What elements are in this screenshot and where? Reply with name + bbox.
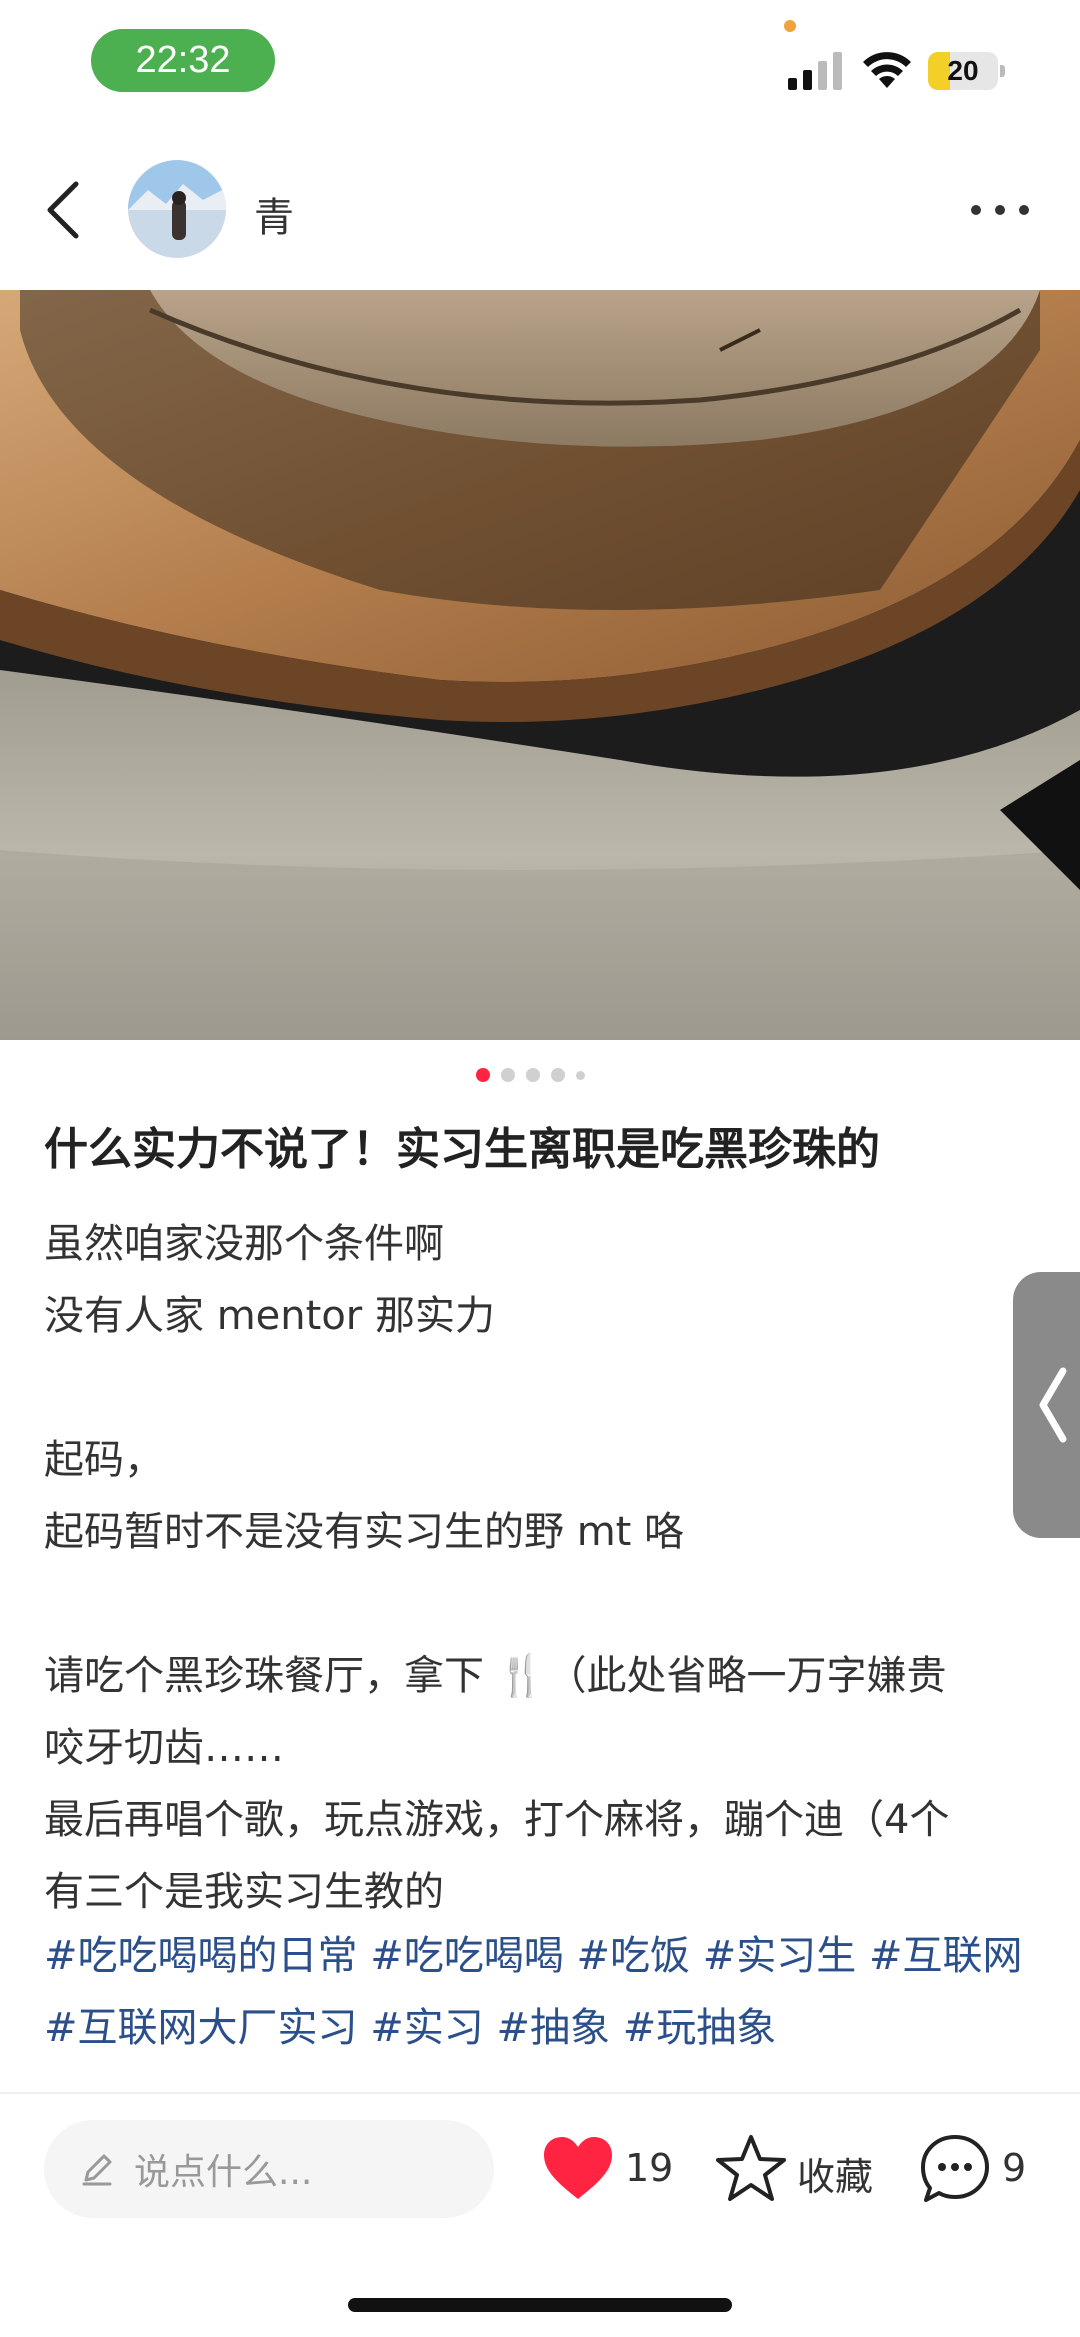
carousel-dot[interactable] — [551, 1068, 565, 1082]
post-title: 什么实力不说了！实习生离职是吃黑珍珠的 — [44, 1124, 880, 1175]
carousel-dot[interactable] — [501, 1068, 515, 1082]
hashtag-link[interactable]: #吃饭 — [576, 1933, 690, 1979]
post-body-line: 最后再唱个歌，玩点游戏，打个麻将，蹦个迪（4个 — [44, 1797, 950, 1843]
pencil-icon — [82, 2154, 112, 2186]
battery-level: 20 — [947, 55, 979, 86]
post-body-line — [44, 1352, 1044, 1424]
hashtag-link[interactable]: #吃吃喝喝的日常 — [44, 1933, 358, 1979]
hashtag-link[interactable]: #抽象 — [496, 2005, 610, 2051]
post-body-line: 有三个是我实习生教的 — [44, 1869, 444, 1915]
hashtag-link[interactable]: #互联网 — [869, 1933, 1023, 1979]
post-photo[interactable] — [0, 290, 1080, 1040]
post-body: 虽然咱家没那个条件啊 没有人家 mentor 那实力 起码， 起码暂时不是没有实… — [44, 1208, 1044, 1928]
hashtag-link[interactable]: #玩抽象 — [623, 2005, 777, 2051]
comment-placeholder: 说点什么... — [134, 2152, 313, 2193]
star-collect-icon[interactable] — [714, 2133, 788, 2205]
author-name[interactable]: 青 — [254, 185, 294, 243]
hashtag-link[interactable]: #实习生 — [703, 1933, 857, 1979]
post-body-line: 起码， — [44, 1437, 164, 1483]
post-body-line: 咬牙切齿…… — [44, 1725, 284, 1771]
carousel-dot[interactable] — [576, 1070, 585, 1080]
hashtag-list: #吃吃喝喝的日常 #吃吃喝喝 #吃饭 #实习生 #互联网 #互联网大厂实习 #实… — [44, 1920, 1044, 2064]
side-drawer-tab[interactable] — [1013, 1272, 1080, 1538]
carousel-dot[interactable] — [526, 1068, 540, 1082]
like-count: 19 — [625, 2146, 674, 2190]
heart-like-icon[interactable] — [540, 2133, 616, 2203]
carousel-dot[interactable] — [476, 1068, 490, 1082]
chevron-left-icon — [1039, 1367, 1067, 1443]
wifi-icon — [863, 52, 911, 88]
author-avatar[interactable] — [128, 160, 226, 258]
hashtag-link[interactable]: #吃吃喝喝 — [370, 1933, 564, 1979]
battery-icon: 20 — [928, 52, 1008, 90]
privacy-indicator-dot — [784, 20, 796, 32]
comment-bubble-icon[interactable] — [918, 2132, 992, 2206]
post-body-line — [44, 1568, 1044, 1640]
home-indicator[interactable] — [348, 2298, 732, 2312]
comment-input[interactable]: 说点什么... — [44, 2120, 494, 2218]
hashtag-link[interactable]: #实习 — [370, 2005, 484, 2051]
post-body-line: 起码暂时不是没有实习生的野 mt 咯 — [44, 1509, 685, 1555]
more-options-icon[interactable] — [968, 200, 1032, 220]
post-body-line: 虽然咱家没那个条件啊 — [44, 1221, 444, 1267]
carousel-indicator — [476, 1068, 585, 1082]
status-time: 22:32 — [91, 29, 275, 92]
cellular-signal-icon — [788, 52, 842, 90]
collect-label[interactable]: 收藏 — [797, 2146, 873, 2201]
hashtag-link[interactable]: #互联网大厂实习 — [44, 2005, 358, 2051]
back-chevron-icon[interactable] — [40, 180, 90, 240]
post-body-line: 没有人家 mentor 那实力 — [44, 1293, 495, 1339]
post-body-line: 请吃个黑珍珠餐厅，拿下 🍴（此处省略一万字嫌贵 — [44, 1653, 947, 1699]
bottom-bar-divider — [0, 2092, 1080, 2094]
comment-count: 9 — [1002, 2146, 1027, 2190]
